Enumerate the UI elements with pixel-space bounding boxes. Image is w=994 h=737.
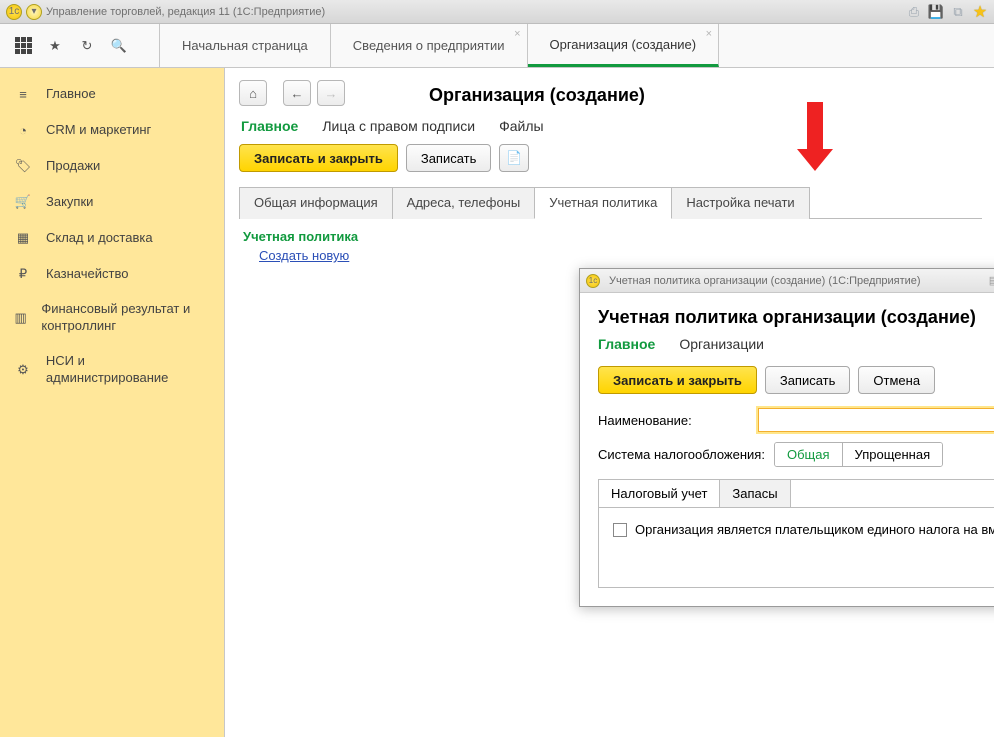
sidebar-item-finance[interactable]: ▥ Финансовый результат и контроллинг	[0, 292, 224, 344]
field-row-name: Наименование:	[598, 408, 994, 432]
toolbar-left: ★ ↻ 🔍	[0, 24, 160, 67]
policy-heading: Учетная политика	[243, 229, 970, 244]
inner-tabs: Налоговый учет Запасы Организация являет…	[598, 479, 994, 588]
save-button[interactable]: Записать	[406, 144, 492, 172]
annotation-arrow-icon	[797, 102, 833, 171]
favorite-icon[interactable]: ★	[972, 4, 988, 20]
subtab-main[interactable]: Главное	[241, 118, 298, 134]
pie-icon: ◔	[14, 121, 32, 139]
dialog-titlebar[interactable]: 1c Учетная политика организации (создани…	[580, 269, 994, 293]
coin-icon: ₽	[14, 265, 32, 283]
page-title: Организация (создание)	[429, 85, 645, 106]
tax-opt-general[interactable]: Общая	[775, 443, 842, 466]
dlg-subtab-orgs[interactable]: Организации	[679, 336, 764, 352]
sheet-tabs: Общая информация Адреса, телефоны Учетна…	[239, 186, 982, 219]
dropdown-icon[interactable]: ▾	[26, 4, 42, 20]
content-area: ⌂ ← → Организация (создание) Главное Лиц…	[225, 68, 994, 737]
apps-grid-icon[interactable]	[14, 37, 32, 55]
search-icon[interactable]: 🔍	[110, 37, 128, 55]
tab-company-info[interactable]: Сведения о предприятии ×	[331, 24, 528, 67]
menu-icon: ≡	[14, 85, 32, 103]
subtab-signers[interactable]: Лица с правом подписи	[322, 118, 475, 134]
main-tab-band: ★ ↻ 🔍 Начальная страница Сведения о пред…	[0, 24, 994, 68]
app-logo-icon: 1c	[586, 274, 600, 288]
tab-label: Организация (создание)	[550, 37, 697, 52]
sidebar-item-crm[interactable]: ◔ CRM и маркетинг	[0, 112, 224, 148]
page-subtabs: Главное Лица с правом подписи Файлы	[241, 118, 982, 134]
gear-icon: ⚙	[14, 361, 32, 379]
sidebar-item-admin[interactable]: ⚙ НСИ и администрирование	[0, 344, 224, 396]
sidebar: ≡ Главное ◔ CRM и маркетинг 🏷 Продажи 🛒 …	[0, 68, 225, 737]
forward-button[interactable]: →	[317, 80, 345, 106]
tax-segment: Общая Упрощенная	[774, 442, 943, 467]
sidebar-item-treasury[interactable]: ₽ Казначейство	[0, 256, 224, 292]
sidebar-item-warehouse[interactable]: ▦ Склад и доставка	[0, 220, 224, 256]
sidebar-item-label: CRM и маркетинг	[46, 122, 151, 139]
doc-icon[interactable]: ▤	[986, 273, 994, 289]
save-icon[interactable]: 💾	[928, 4, 944, 20]
dlg-cancel-button[interactable]: Отмена	[858, 366, 935, 394]
tab-label: Сведения о предприятии	[353, 38, 505, 53]
copy-icon[interactable]: ⧉	[950, 4, 966, 20]
boxes-icon: ▦	[14, 229, 32, 247]
envd-checkbox-row[interactable]: Организация является плательщиком единог…	[613, 522, 994, 537]
dialog-title: Учетная политика организации (создание)	[598, 307, 994, 328]
tax-opt-simplified[interactable]: Упрощенная	[842, 443, 943, 466]
app-logo-icon: 1c	[6, 4, 22, 20]
name-label: Наименование:	[598, 413, 758, 428]
sheet-tab-print[interactable]: Настройка печати	[671, 187, 809, 219]
name-input[interactable]	[758, 408, 994, 432]
dialog-subtabs: Главное Организации	[598, 336, 994, 352]
sidebar-item-label: Финансовый результат и контроллинг	[41, 301, 210, 335]
print-icon[interactable]: ⎙	[906, 4, 922, 20]
sheet-body: Учетная политика Создать новую	[239, 219, 982, 271]
dlg-save-button[interactable]: Записать	[765, 366, 851, 394]
create-new-link[interactable]: Создать новую	[259, 248, 349, 263]
subtab-files[interactable]: Файлы	[499, 118, 543, 134]
sheet-tab-general[interactable]: Общая информация	[239, 187, 393, 219]
back-button[interactable]: ←	[283, 80, 311, 106]
inner-tab-stock[interactable]: Запасы	[719, 479, 790, 507]
field-row-tax: Система налогообложения: Общая Упрощенна…	[598, 442, 994, 467]
document-icon-button[interactable]: 📄	[499, 144, 529, 172]
tax-label: Система налогообложения:	[598, 447, 774, 462]
inner-tab-tax[interactable]: Налоговый учет	[598, 479, 720, 507]
close-icon[interactable]: ×	[706, 28, 712, 40]
page-actions: Записать и закрыть Записать 📄	[239, 144, 982, 172]
inner-tab-body: Организация является плательщиком единог…	[599, 507, 994, 587]
sidebar-item-sales[interactable]: 🏷 Продажи	[0, 148, 224, 184]
dlg-subtab-main[interactable]: Главное	[598, 336, 655, 352]
policy-dialog: 1c Учетная политика организации (создани…	[579, 268, 994, 607]
tab-start-page[interactable]: Начальная страница	[160, 24, 331, 67]
sidebar-item-label: Склад и доставка	[46, 230, 153, 247]
tag-icon: 🏷	[14, 157, 32, 175]
star-icon[interactable]: ★	[46, 37, 64, 55]
cart-icon: 🛒	[14, 193, 32, 211]
history-icon[interactable]: ↻	[78, 37, 96, 55]
sidebar-item-main[interactable]: ≡ Главное	[0, 76, 224, 112]
home-button[interactable]: ⌂	[239, 80, 267, 106]
tab-organization-create[interactable]: Организация (создание) ×	[528, 24, 720, 67]
dialog-window-title: Учетная политика организации (создание) …	[609, 275, 921, 287]
sidebar-item-label: Казначейство	[46, 266, 128, 283]
sidebar-item-label: Продажи	[46, 158, 100, 175]
sidebar-item-purchases[interactable]: 🛒 Закупки	[0, 184, 224, 220]
tab-label: Начальная страница	[182, 38, 308, 53]
sidebar-item-label: Закупки	[46, 194, 93, 211]
close-icon[interactable]: ×	[514, 28, 520, 40]
barchart-icon: ▥	[14, 309, 27, 327]
envd-checkbox-label: Организация является плательщиком единог…	[635, 522, 994, 537]
window-titlebar: 1c ▾ Управление торговлей, редакция 11 (…	[0, 0, 994, 24]
checkbox-icon[interactable]	[613, 523, 627, 537]
dialog-actions: Записать и закрыть Записать Отмена Еще ▾…	[598, 366, 994, 394]
sidebar-item-label: Главное	[46, 86, 96, 103]
dlg-save-close-button[interactable]: Записать и закрыть	[598, 366, 757, 394]
window-title: Управление торговлей, редакция 11 (1С:Пр…	[46, 6, 325, 18]
sheet-tab-address[interactable]: Адреса, телефоны	[392, 187, 536, 219]
sheet-tab-policy[interactable]: Учетная политика	[534, 187, 672, 219]
sidebar-item-label: НСИ и администрирование	[46, 353, 210, 387]
save-close-button[interactable]: Записать и закрыть	[239, 144, 398, 172]
